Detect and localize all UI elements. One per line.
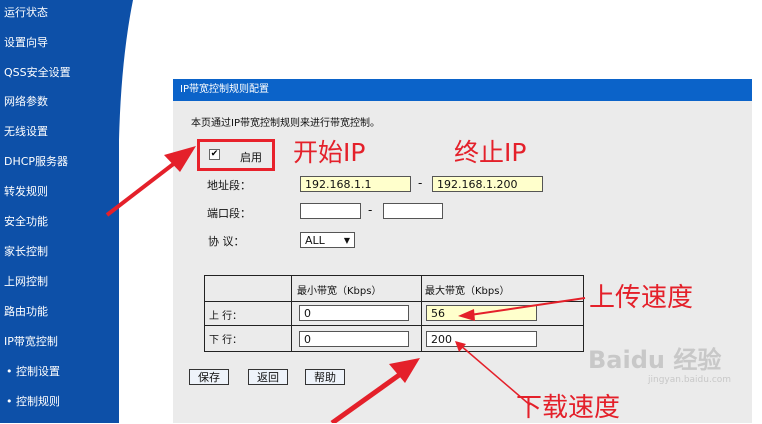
arrow-head-download <box>455 341 466 352</box>
arrow-to-enable <box>105 160 178 217</box>
annotation-start-ip: 开始IP <box>293 138 366 167</box>
annotation-end-ip: 终止IP <box>454 138 527 167</box>
annotation-upload-speed: 上传速度 <box>589 283 694 313</box>
annotation-arrows <box>105 146 586 423</box>
annotation-download-speed: 下载速度 <box>516 393 621 423</box>
arrow-head-upload <box>458 309 475 321</box>
arrow-to-buttons <box>330 370 404 423</box>
arrow-to-upload <box>469 297 586 316</box>
